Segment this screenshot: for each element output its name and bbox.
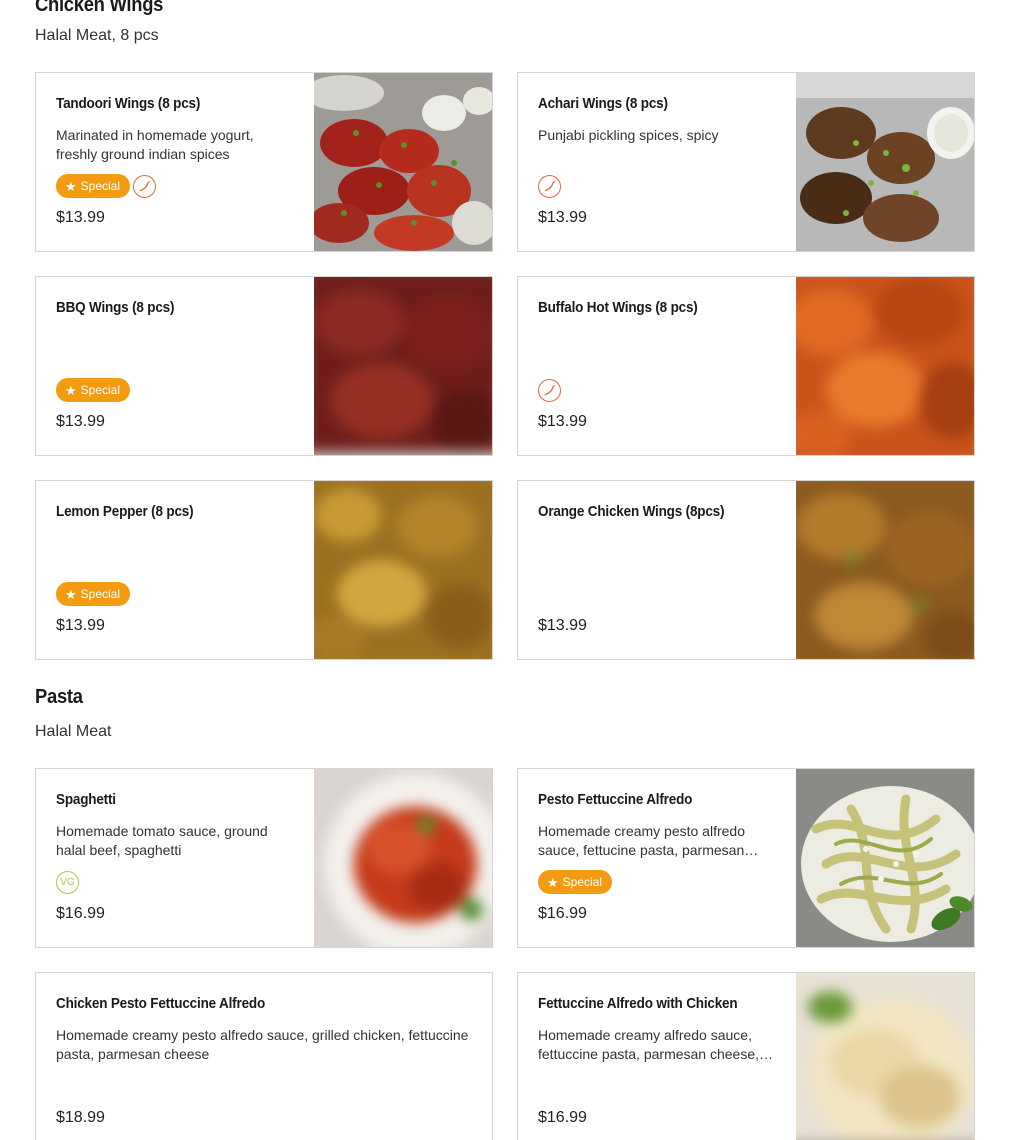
item-description: Homemade creamy pesto alfredo sauce, gri… xyxy=(56,1027,469,1062)
menu-item-pesto-fettuccine-alfredo[interactable]: Pesto Fettuccine Alfredo Homemade creamy… xyxy=(517,768,975,948)
item-name: Pesto Fettuccine Alfredo xyxy=(538,791,693,808)
vg-icon: VG xyxy=(56,870,79,894)
section-title-chicken-wings: Chicken Wings xyxy=(35,0,164,16)
special-badge: ★ Special xyxy=(538,870,613,894)
item-price: $13.99 xyxy=(538,209,587,226)
item-name: Fettuccine Alfredo with Chicken xyxy=(538,995,738,1012)
menu-item-chicken-pesto-fettuccine-alfredo[interactable]: Chicken Pesto Fettuccine Alfredo Homemad… xyxy=(35,972,493,1140)
chili-pepper-icon xyxy=(538,378,561,402)
item-price: $16.99 xyxy=(56,905,105,922)
menu-item-lemon-pepper[interactable]: Lemon Pepper (8 pcs) ★ Special $13.99 xyxy=(35,480,493,660)
item-description: Punjabi pickling spices, spicy xyxy=(538,127,719,143)
item-photo xyxy=(796,73,974,251)
menu-item-achari-wings[interactable]: Achari Wings (8 pcs) Punjabi pickling sp… xyxy=(517,72,975,252)
item-name: Chicken Pesto Fettuccine Alfredo xyxy=(56,995,266,1012)
menu-item-orange-chicken-wings[interactable]: Orange Chicken Wings (8pcs) $13.99 xyxy=(517,480,975,660)
section-subtitle-chicken-wings: Halal Meat, 8 pcs xyxy=(35,27,159,44)
item-name: Tandoori Wings (8 pcs) xyxy=(56,95,201,112)
item-photo xyxy=(314,277,492,455)
item-price: $13.99 xyxy=(538,413,587,430)
item-description: Homemade creamy pesto alfredo sauce, fet… xyxy=(538,823,759,858)
item-description: Homemade creamy alfredo sauce, fettuccin… xyxy=(538,1027,774,1062)
star-icon: ★ xyxy=(547,874,559,890)
item-price: $13.99 xyxy=(538,617,587,634)
menu-item-buffalo-hot-wings[interactable]: Buffalo Hot Wings (8 pcs) $13.99 xyxy=(517,276,975,456)
star-icon: ★ xyxy=(65,586,77,602)
menu-item-spaghetti[interactable]: Spaghetti Homemade tomato sauce, ground … xyxy=(35,768,493,948)
special-badge: ★ Special xyxy=(56,174,131,198)
item-name: Buffalo Hot Wings (8 pcs) xyxy=(538,299,698,316)
chili-pepper-icon xyxy=(133,174,157,198)
item-photo xyxy=(314,481,492,659)
section-subtitle-pasta: Halal Meat xyxy=(35,723,112,740)
section-title-pasta: Pasta xyxy=(35,686,83,708)
star-icon: ★ xyxy=(65,178,77,194)
star-icon: ★ xyxy=(65,382,77,398)
menu-item-tandoori-wings[interactable]: Tandoori Wings (8 pcs) Marinated in home… xyxy=(35,72,493,252)
item-photo xyxy=(796,769,974,947)
item-price: $16.99 xyxy=(538,1109,587,1126)
item-name: Lemon Pepper (8 pcs) xyxy=(56,503,194,520)
item-photo xyxy=(314,769,492,947)
menu-item-bbq-wings[interactable]: BBQ Wings (8 pcs) ★ Special $13.99 xyxy=(35,276,493,456)
item-photo xyxy=(796,973,974,1140)
item-price: $13.99 xyxy=(56,617,105,634)
item-description: Homemade tomato sauce, ground halal beef… xyxy=(56,823,268,858)
item-description: Marinated in homemade yogurt, freshly gr… xyxy=(56,127,254,162)
item-price: $16.99 xyxy=(538,905,587,922)
special-badge: ★ Special xyxy=(56,378,131,402)
item-photo xyxy=(796,277,974,455)
item-photo xyxy=(796,481,974,659)
special-badge: ★ Special xyxy=(56,582,131,606)
chili-pepper-icon xyxy=(538,174,561,198)
item-price: $13.99 xyxy=(56,209,105,226)
item-price: $13.99 xyxy=(56,413,105,430)
item-price: $18.99 xyxy=(56,1109,105,1126)
item-name: Achari Wings (8 pcs) xyxy=(538,95,668,112)
item-photo xyxy=(314,73,492,251)
item-name: BBQ Wings (8 pcs) xyxy=(56,299,175,316)
item-name: Orange Chicken Wings (8pcs) xyxy=(538,503,725,520)
item-name: Spaghetti xyxy=(56,791,116,808)
menu-item-fettuccine-alfredo-with-chicken[interactable]: Fettuccine Alfredo with Chicken Homemade… xyxy=(517,972,975,1140)
